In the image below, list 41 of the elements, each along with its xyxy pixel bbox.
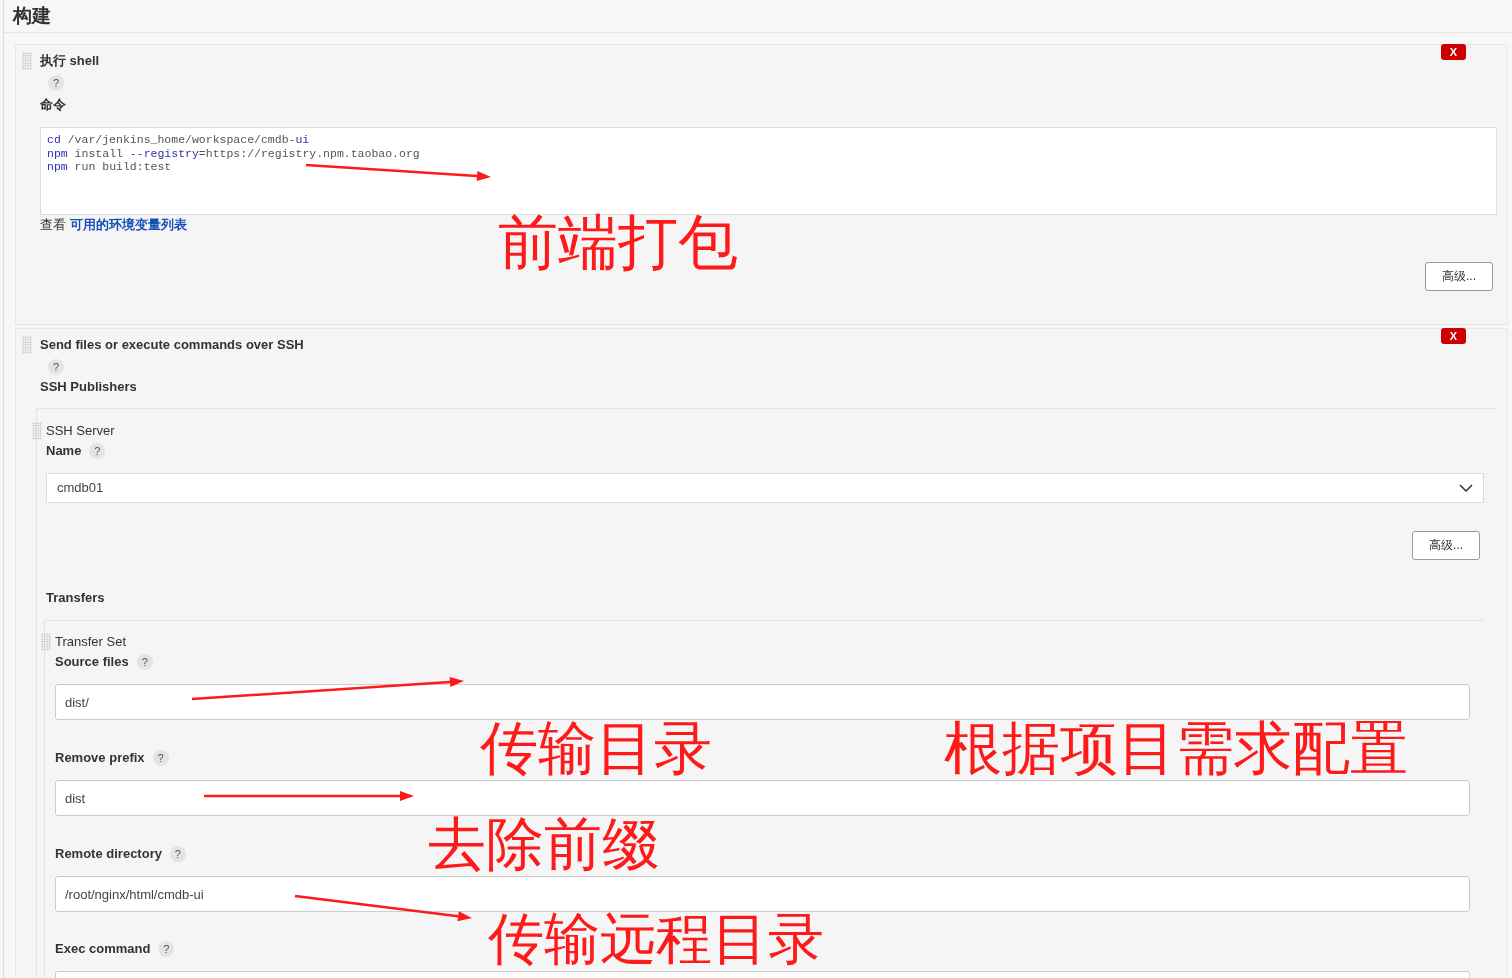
field-label: Transfers bbox=[46, 589, 105, 607]
field-label: Name bbox=[46, 442, 82, 460]
drag-handle-icon[interactable] bbox=[32, 422, 42, 440]
field-label: 命令 bbox=[40, 96, 66, 114]
text-field[interactable]: dist bbox=[55, 780, 1470, 816]
drag-handle-icon[interactable] bbox=[41, 633, 51, 651]
help-icon[interactable]: ? bbox=[136, 654, 153, 670]
builder-title: Send files or execute commands over SSH bbox=[40, 336, 304, 354]
section-heading: 构建 bbox=[4, 0, 1512, 33]
drag-handle-icon[interactable] bbox=[22, 336, 32, 354]
advanced-button[interactable]: 高级... bbox=[1412, 531, 1480, 560]
field-label: Exec command bbox=[55, 940, 151, 958]
advanced-button[interactable]: 高级... bbox=[1425, 262, 1493, 291]
annotation-text: 传输远程目录 bbox=[488, 911, 824, 967]
server-select[interactable]: cmdb01 bbox=[46, 473, 1484, 503]
field-label: Remote directory bbox=[55, 845, 162, 863]
help-icon[interactable]: ? bbox=[48, 75, 64, 91]
helper-text: 查看 bbox=[40, 216, 66, 234]
annotation-text: 去除前缀 bbox=[428, 815, 660, 873]
select-value: cmdb01 bbox=[57, 479, 104, 497]
env-vars-link[interactable]: 可用的环境变量列表 bbox=[70, 215, 187, 235]
help-icon[interactable]: ? bbox=[158, 941, 175, 957]
field-label: SSH Publishers bbox=[40, 378, 137, 396]
help-icon[interactable]: ? bbox=[152, 750, 169, 766]
panel-heading: Transfer Set bbox=[55, 633, 127, 651]
builder-title: 执行 shell bbox=[40, 52, 100, 70]
annotation-text: 根据项目需求配置 bbox=[944, 719, 1408, 777]
annotation-text: 传输目录 bbox=[480, 719, 712, 777]
text-field[interactable]: dist/ bbox=[55, 684, 1470, 720]
field-label: Remove prefix bbox=[55, 749, 145, 767]
help-icon[interactable]: ? bbox=[169, 846, 186, 862]
help-icon[interactable]: ? bbox=[48, 359, 64, 375]
text-field[interactable]: /root/nginx/html/cmdb-ui bbox=[55, 876, 1470, 912]
chevron-down-icon bbox=[1459, 484, 1473, 492]
annotation-text: 前端打包 bbox=[498, 213, 738, 273]
panel-heading: SSH Server bbox=[46, 422, 115, 440]
delete-button[interactable]: X bbox=[1440, 44, 1466, 60]
field-label: Source files bbox=[55, 653, 129, 671]
help-icon[interactable]: ? bbox=[89, 443, 106, 459]
drag-handle-icon[interactable] bbox=[22, 52, 32, 70]
delete-button[interactable]: X bbox=[1440, 328, 1466, 344]
